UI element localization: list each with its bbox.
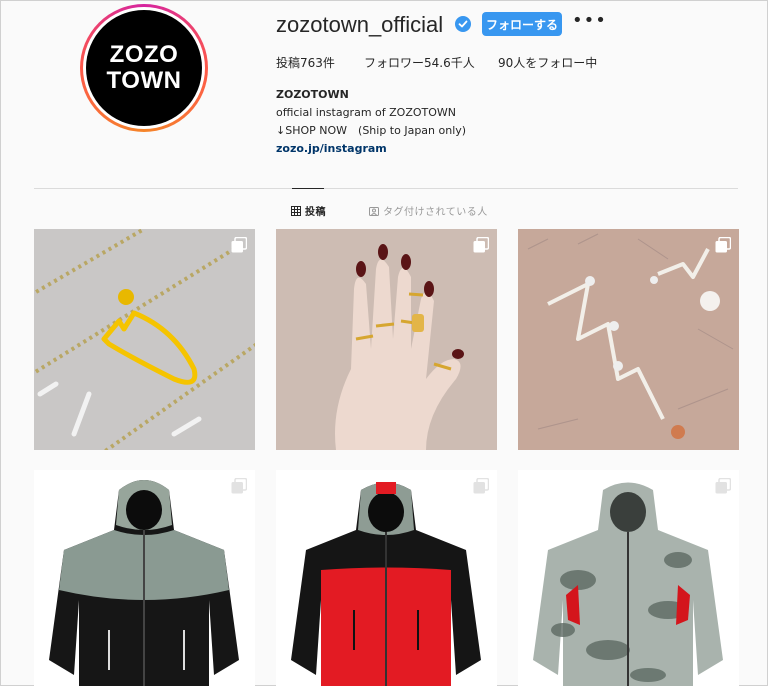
tab-posts[interactable]: 投稿 <box>291 203 326 218</box>
bio-name: ZOZOTOWN <box>276 88 349 101</box>
post-image <box>276 229 497 450</box>
verified-badge-icon <box>455 16 471 32</box>
carousel-icon <box>473 237 489 253</box>
post-tile-gold-ring[interactable] <box>34 229 255 450</box>
bio-line-1: official instagram of ZOZOTOWN <box>276 106 457 119</box>
tab-tagged[interactable]: タグ付けされている人 <box>369 203 488 218</box>
bio-link[interactable]: zozo.jp/instagram <box>276 140 466 158</box>
carousel-icon <box>715 478 731 494</box>
tag-person-icon <box>369 206 379 216</box>
post-image <box>518 470 739 686</box>
post-image <box>518 229 739 450</box>
profile-username: zozotown_official <box>276 12 444 37</box>
avatar[interactable]: ZOZO TOWN <box>80 4 208 132</box>
posts-count: 投稿763件 <box>276 56 335 70</box>
grid-icon <box>291 205 301 216</box>
avatar-logo-line1: ZOZO <box>109 41 179 68</box>
post-image <box>34 470 255 686</box>
followers-count[interactable]: フォロワー54.6千人 <box>364 54 475 71</box>
post-tile-hand-rings[interactable] <box>276 229 497 450</box>
post-image <box>34 229 255 450</box>
tab-tagged-label: タグ付けされている人 <box>383 207 488 218</box>
post-tile-red-jacket[interactable] <box>276 470 497 686</box>
post-tile-black-jacket[interactable] <box>34 470 255 686</box>
carousel-icon <box>715 237 731 253</box>
tabs-divider <box>34 188 738 189</box>
carousel-icon <box>231 237 247 253</box>
avatar-logo-line2: TOWN <box>106 67 182 94</box>
more-options-icon[interactable]: ••• <box>572 10 607 31</box>
bio-line-2: ↓SHOP NOW (Ship to Japan only) <box>276 124 467 137</box>
carousel-icon <box>473 478 489 494</box>
following-count[interactable]: 90人をフォロー中 <box>498 54 597 71</box>
tab-active-indicator <box>292 188 324 189</box>
post-image <box>276 470 497 686</box>
post-tile-camo-jacket[interactable] <box>518 470 739 686</box>
post-tile-zigzag-earrings[interactable] <box>518 229 739 450</box>
carousel-icon <box>231 478 247 494</box>
profile-bio: ZOZOTOWN official instagram of ZOZOTOWN … <box>276 86 466 158</box>
tab-posts-label: 投稿 <box>305 207 326 218</box>
follow-button[interactable]: フォローする <box>482 12 562 36</box>
